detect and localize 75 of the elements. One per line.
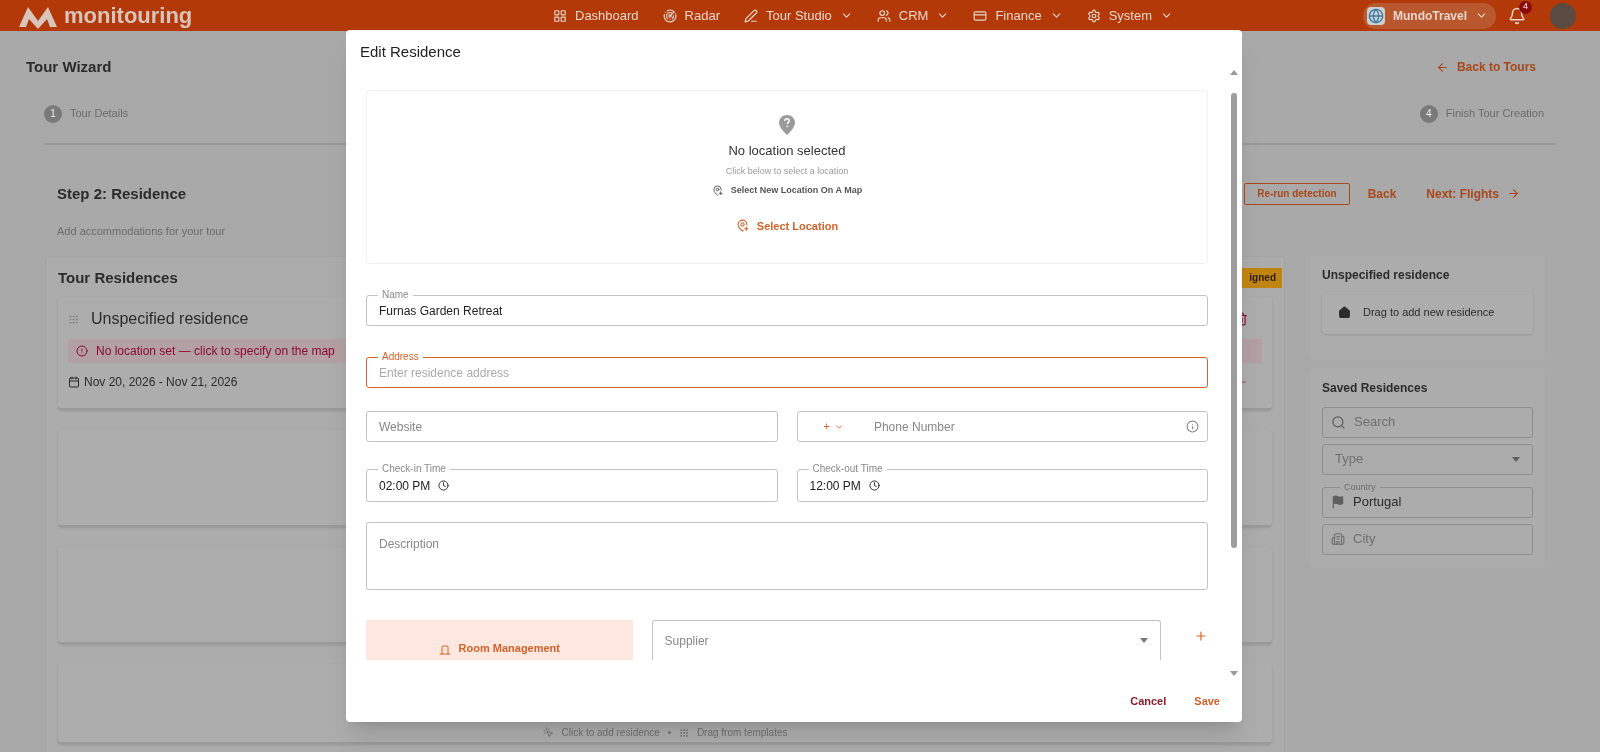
- back-to-tours-link[interactable]: Back to Tours: [1435, 58, 1536, 77]
- flag-icon: [1331, 495, 1345, 509]
- pin-plus-icon: [735, 219, 749, 233]
- residence-name: Unspecified residence: [91, 309, 249, 329]
- drag-tile-text: Drag to add new residence: [1363, 305, 1495, 321]
- section-title: Unspecified residence: [1322, 266, 1451, 284]
- card-icon: [973, 8, 988, 23]
- phone-field[interactable]: + Phone Number: [796, 411, 1208, 442]
- people-icon: [876, 8, 891, 23]
- radar-icon: [662, 8, 677, 23]
- rerun-detection-button[interactable]: Re-run detection: [1244, 182, 1350, 205]
- nav-item[interactable]: Finance: [973, 5, 1063, 26]
- panel-title: Tour Residences: [58, 267, 178, 288]
- city-field[interactable]: City: [1322, 523, 1533, 555]
- grip-icon: [678, 727, 689, 738]
- type-dropdown[interactable]: Type: [1322, 443, 1533, 475]
- bullet-separator: [667, 731, 671, 734]
- clock-icon: [868, 480, 880, 491]
- add-supplier-icon[interactable]: [1194, 629, 1208, 643]
- alert-icon: [76, 345, 88, 357]
- warning-text: No location set — click to specify on the map: [96, 343, 335, 360]
- page-title: Tour Wizard: [26, 57, 112, 77]
- select-location-button[interactable]: Select Location: [735, 217, 839, 234]
- description-field[interactable]: Description: [366, 522, 1208, 590]
- step-number: 4: [1419, 104, 1438, 123]
- brand-name: monitouring: [64, 4, 193, 27]
- nav-item[interactable]: Radar: [662, 5, 721, 26]
- drag-tile[interactable]: Drag to add new residence: [1322, 291, 1533, 334]
- dropdown-arrow-icon: [1140, 638, 1149, 643]
- arrow-right-icon: [1507, 187, 1520, 201]
- date-range: Nov 20, 2026 - Nov 21, 2026: [84, 374, 238, 391]
- save-button[interactable]: Save: [1194, 692, 1220, 710]
- supplier-dropdown[interactable]: Supplier: [651, 620, 1162, 660]
- pen-icon: [744, 8, 759, 23]
- notification-count: 4: [1519, 0, 1532, 14]
- location-hint: Click below to select a location: [725, 164, 849, 178]
- building-icon: [1331, 532, 1345, 546]
- step-label: Tour Details: [70, 106, 129, 122]
- click-icon: [542, 727, 554, 738]
- search-icon: [1331, 414, 1346, 430]
- pin-question-icon: [779, 115, 795, 135]
- clock-icon: [438, 480, 450, 491]
- back-button[interactable]: Back: [1367, 184, 1397, 203]
- cancel-button[interactable]: Cancel: [1130, 692, 1167, 710]
- website-field[interactable]: Website: [366, 411, 778, 442]
- step-title: Step 2: Residence: [57, 183, 187, 204]
- pin-plus-icon: [711, 185, 723, 197]
- search-field[interactable]: Search: [1322, 406, 1533, 438]
- arrow-left-icon: [1435, 60, 1449, 74]
- country-code-selector[interactable]: +: [823, 418, 844, 435]
- step-subtitle: Add accommodations for your tour: [57, 224, 226, 239]
- globe-icon: [1367, 6, 1385, 25]
- select-on-map-link[interactable]: Select New Location On A Map: [711, 184, 863, 198]
- settings-icon: [1086, 8, 1101, 23]
- nav-item[interactable]: CRM: [876, 5, 950, 26]
- location-heading: No location selected: [728, 142, 846, 160]
- section-title: Saved Residences: [1322, 379, 1429, 397]
- step-number: 1: [44, 104, 62, 123]
- avatar[interactable]: [1550, 2, 1576, 29]
- next-flights-button[interactable]: Next: Flights: [1426, 184, 1520, 203]
- nav-item[interactable]: Tour Studio: [744, 5, 853, 26]
- hint-text: Drag from templates: [696, 726, 788, 740]
- home-icon: [1338, 306, 1351, 319]
- nav-item[interactable]: System: [1086, 5, 1173, 26]
- info-icon: [1186, 420, 1199, 433]
- drag-handle-icon[interactable]: [68, 313, 79, 325]
- calendar-icon: [68, 376, 80, 388]
- dropdown-arrow-icon: [1512, 456, 1520, 462]
- room-management-button[interactable]: Room Management: [366, 620, 633, 660]
- dialog-title: Edit Residence: [359, 42, 462, 62]
- door-icon: [438, 644, 451, 656]
- step-label: Finish Tour Creation: [1445, 106, 1544, 122]
- nav-item[interactable]: Dashboard: [553, 5, 639, 26]
- account-switcher[interactable]: MundoTravel: [1363, 2, 1496, 29]
- grid-icon: [553, 8, 567, 23]
